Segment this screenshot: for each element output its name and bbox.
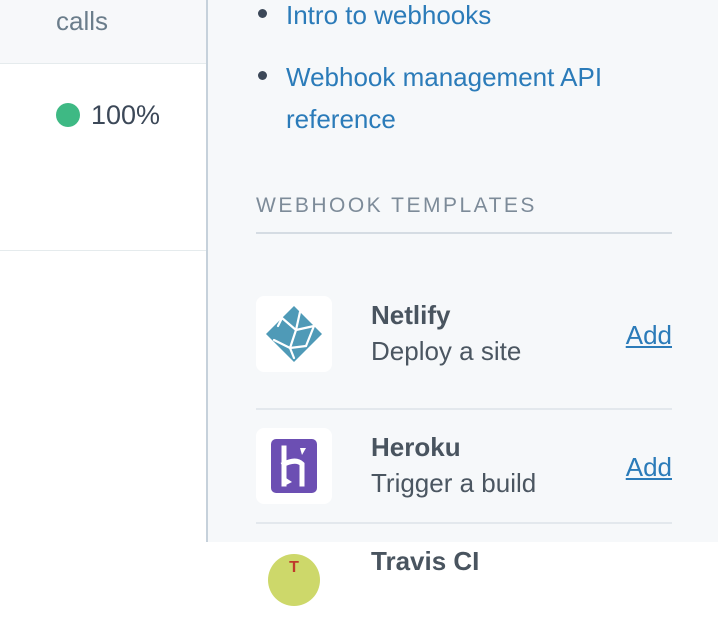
sidebar: Intro to webhooks Webhook management API… xyxy=(208,0,718,618)
template-description: Deploy a site xyxy=(371,336,522,366)
travis-ci-icon: T xyxy=(256,542,332,618)
template-list: Netlify Deploy a site Add Heroku Trigger… xyxy=(256,296,672,636)
docs-links: Intro to webhooks Webhook management API… xyxy=(256,0,676,160)
table-row: 100% xyxy=(0,64,206,251)
webhooks-table: calls 100% xyxy=(0,0,206,542)
template-item-netlify: Netlify Deploy a site Add xyxy=(256,296,672,410)
template-name: Travis CI xyxy=(371,546,480,576)
bullet-icon xyxy=(258,71,267,80)
template-name: Heroku xyxy=(371,432,461,462)
success-rate: 100% xyxy=(91,100,161,130)
svg-text:T: T xyxy=(289,559,299,576)
table-header: calls xyxy=(0,0,206,64)
template-description: Trigger a build xyxy=(371,468,537,498)
add-netlify-button[interactable]: Add xyxy=(626,320,672,351)
add-heroku-button[interactable]: Add xyxy=(626,452,672,483)
list-item: Webhook management API reference xyxy=(256,56,676,140)
webhook-templates-heading: WEBHOOK TEMPLATES xyxy=(256,194,672,234)
template-item-heroku: Heroku Trigger a build Add xyxy=(256,410,672,524)
intro-to-webhooks-link[interactable]: Intro to webhooks xyxy=(286,0,491,30)
heroku-icon xyxy=(256,428,332,504)
template-item-travis-ci: T Travis CI xyxy=(256,524,672,636)
netlify-icon xyxy=(256,296,332,372)
template-name: Netlify xyxy=(371,300,451,330)
bullet-icon xyxy=(258,9,267,18)
status-dot-icon xyxy=(56,103,80,127)
column-header-calls: calls xyxy=(56,6,109,36)
webhook-api-reference-link[interactable]: Webhook management API reference xyxy=(286,62,602,134)
list-item: Intro to webhooks xyxy=(256,0,676,36)
